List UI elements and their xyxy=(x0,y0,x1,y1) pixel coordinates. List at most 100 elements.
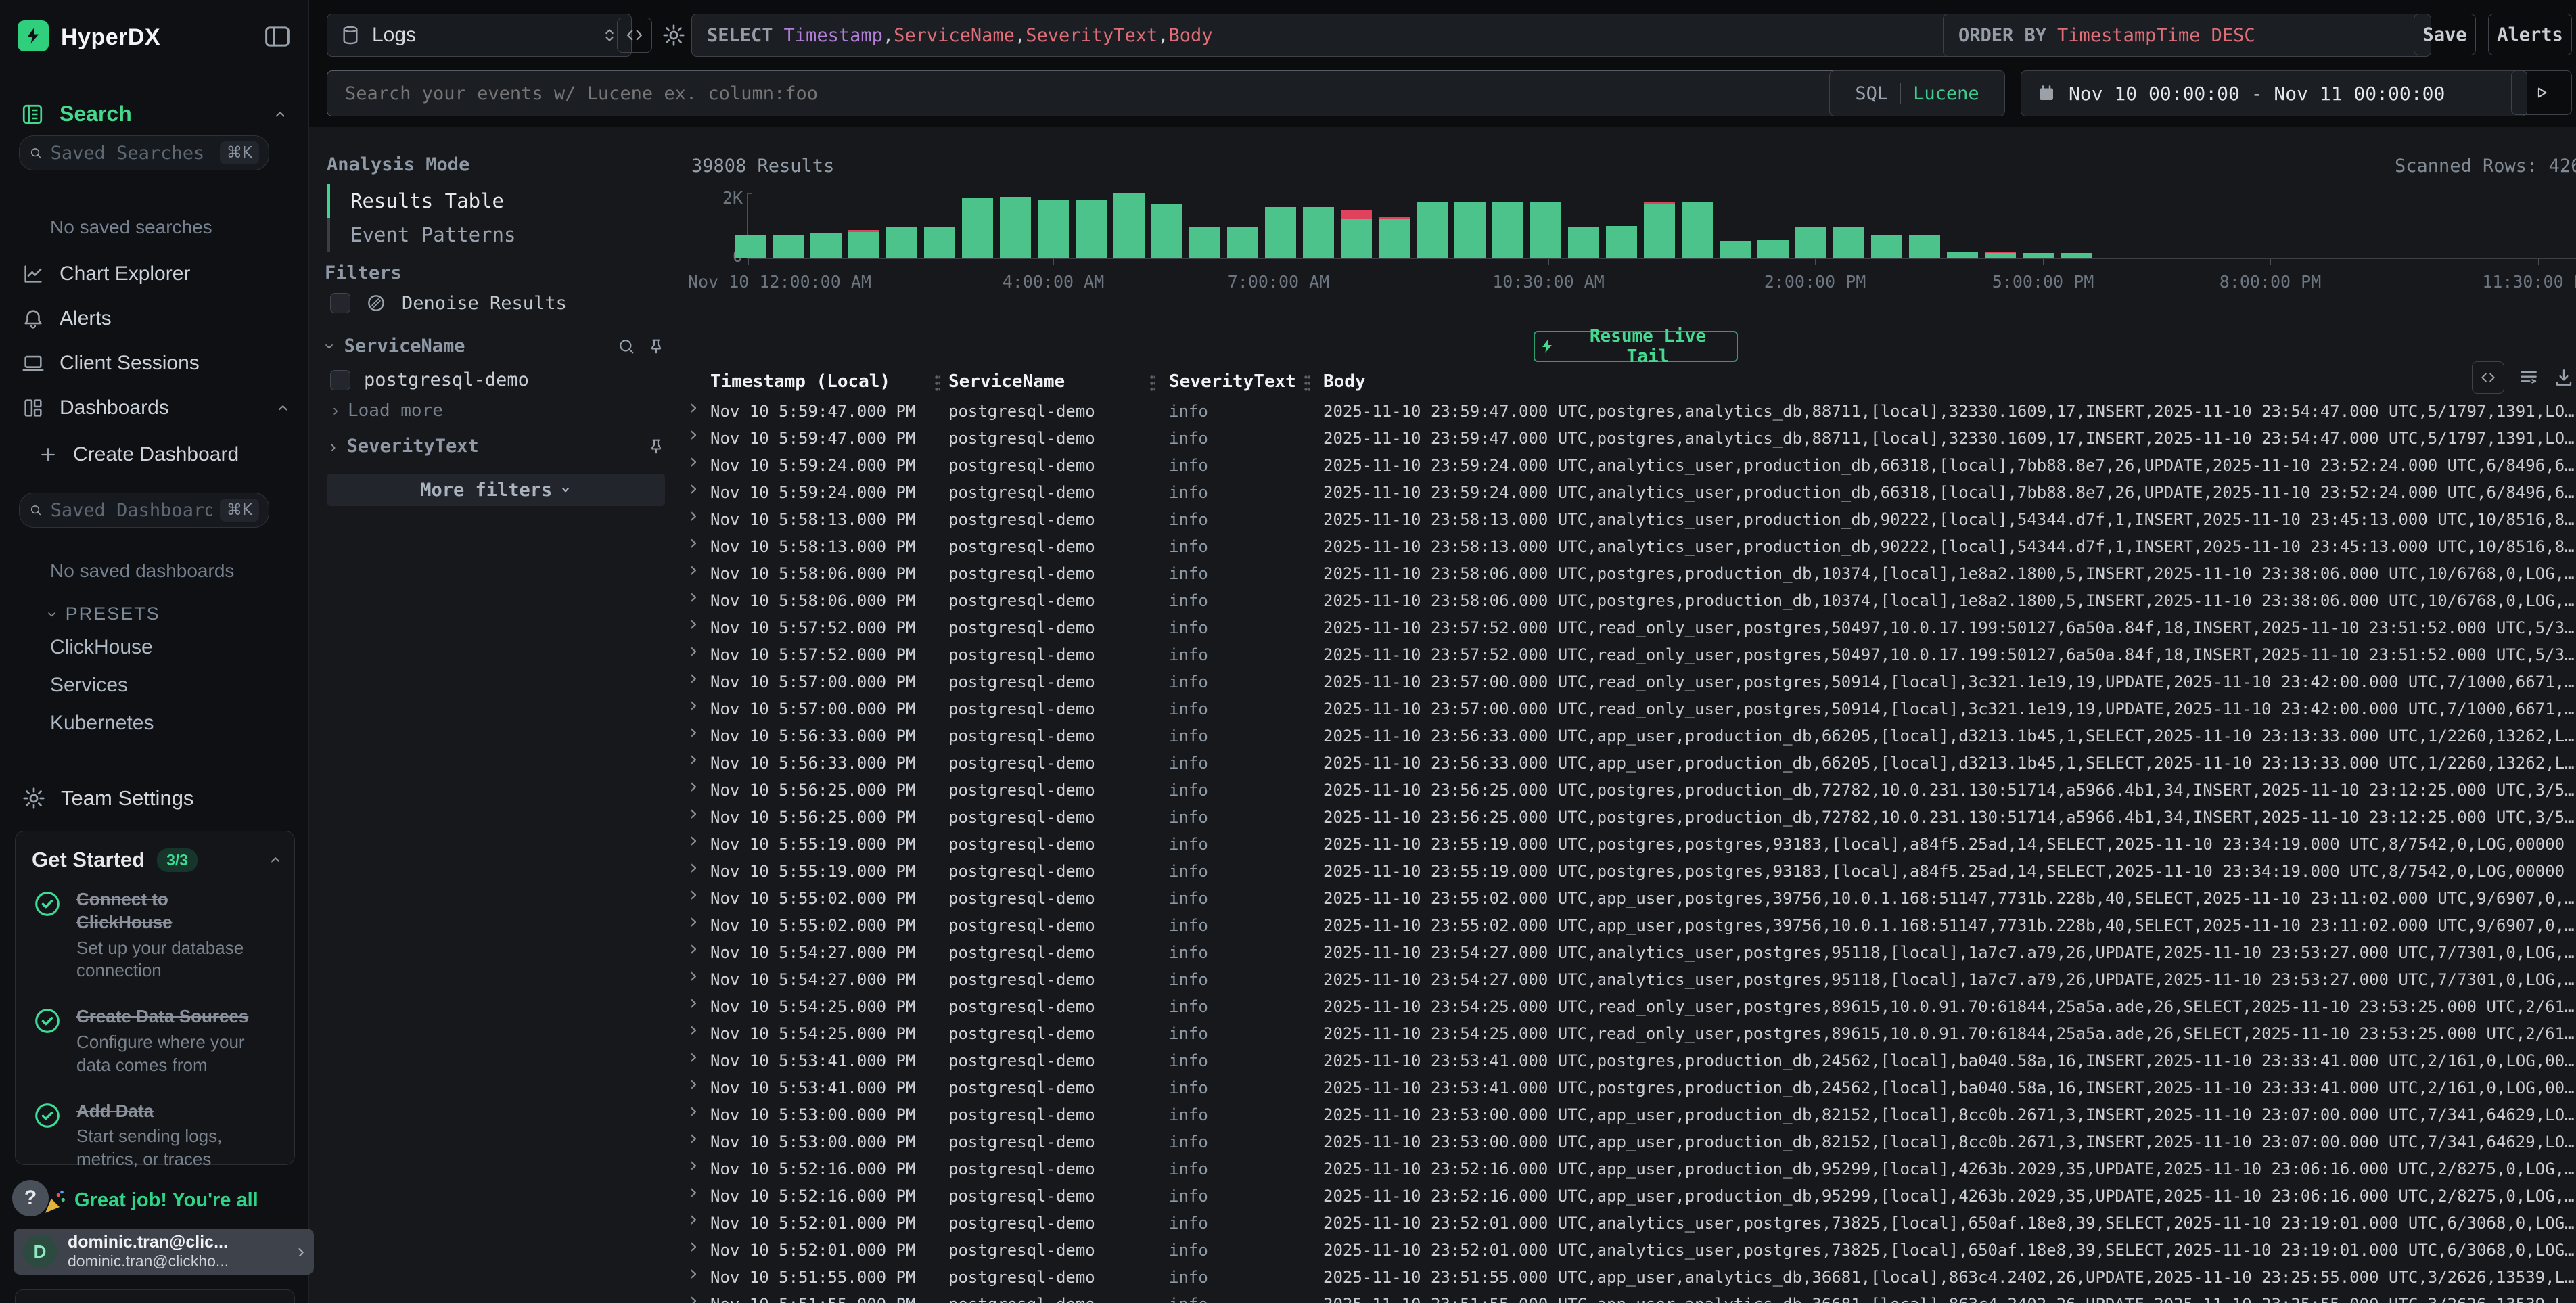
histogram-bar[interactable] xyxy=(1417,202,1448,258)
filter-group-severitytext[interactable]: SeverityText xyxy=(330,436,666,457)
table-row[interactable]: Nov 10 5:58:13.000 PMpostgresql-demoinfo… xyxy=(683,506,2576,533)
histogram-bar[interactable] xyxy=(886,227,917,258)
table-row[interactable]: Nov 10 5:59:24.000 PMpostgresql-demoinfo… xyxy=(683,479,2576,506)
expand-row-icon[interactable] xyxy=(687,1020,699,1041)
histogram-bar[interactable] xyxy=(1454,202,1486,258)
pin-icon[interactable] xyxy=(647,437,666,456)
expand-row-icon[interactable] xyxy=(687,425,699,445)
expand-row-icon[interactable] xyxy=(687,452,699,472)
expand-row-icon[interactable] xyxy=(687,1101,699,1122)
expand-row-icon[interactable] xyxy=(687,668,699,689)
histogram-bar[interactable] xyxy=(1568,227,1599,258)
table-row[interactable]: Nov 10 5:54:25.000 PMpostgresql-demoinfo… xyxy=(683,993,2576,1020)
expand-row-icon[interactable] xyxy=(687,398,699,418)
analysis-mode-results-table[interactable]: Results Table xyxy=(327,184,651,218)
expand-row-icon[interactable] xyxy=(687,1291,699,1303)
saved-dashboards-input[interactable] xyxy=(49,499,213,522)
pin-icon[interactable] xyxy=(647,337,666,356)
histogram-bar[interactable] xyxy=(1530,202,1561,258)
preset-item-kubernetes[interactable]: Kubernetes xyxy=(50,712,154,735)
saved-searches-search[interactable]: ⌘K xyxy=(19,135,269,170)
preset-item-clickhouse[interactable]: ClickHouse xyxy=(50,636,154,659)
table-row[interactable]: Nov 10 5:55:02.000 PMpostgresql-demoinfo… xyxy=(683,885,2576,912)
preset-item-services[interactable]: Services xyxy=(50,674,154,697)
table-row[interactable]: Nov 10 5:57:52.000 PMpostgresql-demoinfo… xyxy=(683,641,2576,668)
event-search-box[interactable] xyxy=(327,70,1852,116)
histogram-bar[interactable] xyxy=(924,227,955,258)
expand-row-icon[interactable] xyxy=(687,1264,699,1284)
table-row[interactable]: Nov 10 5:54:27.000 PMpostgresql-demoinfo… xyxy=(683,966,2576,993)
table-row[interactable]: Nov 10 5:58:06.000 PMpostgresql-demoinfo… xyxy=(683,587,2576,614)
histogram-bar[interactable] xyxy=(1341,210,1372,258)
language-toggle[interactable]: SQL Lucene xyxy=(1829,70,2005,116)
histogram-bar[interactable] xyxy=(1720,241,1751,258)
table-row[interactable]: Nov 10 5:51:55.000 PMpostgresql-demoinfo… xyxy=(683,1264,2576,1291)
table-row[interactable]: Nov 10 5:56:33.000 PMpostgresql-demoinfo… xyxy=(683,750,2576,777)
table-row[interactable]: Nov 10 5:52:01.000 PMpostgresql-demoinfo… xyxy=(683,1237,2576,1264)
table-row[interactable]: Nov 10 5:53:41.000 PMpostgresql-demoinfo… xyxy=(683,1074,2576,1101)
events-histogram[interactable]: 2K 0 Nov 10 12:00:00 AM4:00:00 AM7:00:00… xyxy=(683,189,2576,298)
histogram-bar[interactable] xyxy=(1379,217,1410,258)
filter-option-postgresql-demo[interactable]: postgresql-demo xyxy=(330,369,529,390)
histogram-bar[interactable] xyxy=(1871,235,1902,258)
query-settings-button[interactable] xyxy=(662,23,686,47)
sidebar-item-search[interactable]: Search xyxy=(20,101,291,127)
table-row[interactable]: Nov 10 5:52:16.000 PMpostgresql-demoinfo… xyxy=(683,1183,2576,1210)
column-header-severitytext[interactable]: SeverityText xyxy=(1169,371,1296,392)
lang-lucene[interactable]: Lucene xyxy=(1913,83,1979,104)
histogram-bar[interactable] xyxy=(1682,202,1713,258)
histogram-bar[interactable] xyxy=(1947,252,1978,258)
histogram-bar[interactable] xyxy=(1076,200,1107,258)
source-select[interactable]: Logs xyxy=(327,14,632,57)
expand-row-icon[interactable] xyxy=(687,993,699,1013)
table-row[interactable]: Nov 10 5:57:00.000 PMpostgresql-demoinfo… xyxy=(683,668,2576,695)
histogram-bar[interactable] xyxy=(1606,226,1637,258)
column-resize-handle[interactable] xyxy=(935,374,940,392)
table-row[interactable]: Nov 10 5:56:25.000 PMpostgresql-demoinfo… xyxy=(683,804,2576,831)
histogram-bar[interactable] xyxy=(1189,227,1220,258)
expand-row-icon[interactable] xyxy=(687,1183,699,1203)
table-row[interactable]: Nov 10 5:59:47.000 PMpostgresql-demoinfo… xyxy=(683,425,2576,452)
sidebar-item-alerts[interactable]: Alerts xyxy=(0,296,308,341)
denoise-filter[interactable]: Denoise Results xyxy=(330,292,567,314)
lang-sql[interactable]: SQL xyxy=(1855,83,1888,104)
expand-row-icon[interactable] xyxy=(687,858,699,878)
resume-live-tail-button[interactable]: Resume Live Tail xyxy=(1534,331,1738,362)
expand-row-icon[interactable] xyxy=(687,939,699,959)
filter-group-servicename[interactable]: ServiceName xyxy=(327,336,666,357)
select-clause-input[interactable]: SELECT Timestamp,ServiceName,SeverityTex… xyxy=(691,14,1960,57)
histogram-bar[interactable] xyxy=(848,230,879,258)
histogram-bar[interactable] xyxy=(1644,202,1675,258)
table-row[interactable]: Nov 10 5:52:01.000 PMpostgresql-demoinfo… xyxy=(683,1210,2576,1237)
histogram-bar[interactable] xyxy=(1492,202,1523,258)
table-row[interactable]: Nov 10 5:59:24.000 PMpostgresql-demoinfo… xyxy=(683,452,2576,479)
table-row[interactable]: Nov 10 5:54:25.000 PMpostgresql-demoinfo… xyxy=(683,1020,2576,1047)
histogram-bar[interactable] xyxy=(1833,227,1864,258)
expand-row-icon[interactable] xyxy=(687,1047,699,1068)
expand-row-icon[interactable] xyxy=(687,479,699,499)
expand-row-icon[interactable] xyxy=(687,777,699,797)
get-started-task[interactable]: Add DataStart sending logs, metrics, or … xyxy=(32,1100,281,1171)
histogram-bar[interactable] xyxy=(1909,235,1940,258)
histogram-bar[interactable] xyxy=(2061,253,2092,258)
get-started-task[interactable]: Connect to ClickHouseSet up your databas… xyxy=(32,888,281,982)
search-icon[interactable] xyxy=(617,337,636,356)
table-row[interactable]: Nov 10 5:54:27.000 PMpostgresql-demoinfo… xyxy=(683,939,2576,966)
create-dashboard-button[interactable]: Create Dashboard xyxy=(38,443,239,466)
expand-row-icon[interactable] xyxy=(687,831,699,851)
expand-row-icon[interactable] xyxy=(687,804,699,824)
table-row[interactable]: Nov 10 5:53:00.000 PMpostgresql-demoinfo… xyxy=(683,1101,2576,1128)
table-row[interactable]: Nov 10 5:58:06.000 PMpostgresql-demoinfo… xyxy=(683,560,2576,587)
load-more-button[interactable]: Load more xyxy=(333,401,443,421)
date-range-picker[interactable]: Nov 10 00:00:00 - Nov 11 00:00:00 xyxy=(2021,70,2527,116)
table-row[interactable]: Nov 10 5:51:55.000 PMpostgresql-demoinfo… xyxy=(683,1291,2576,1303)
expand-row-icon[interactable] xyxy=(687,641,699,662)
denoise-checkbox[interactable] xyxy=(330,293,350,313)
expand-row-icon[interactable] xyxy=(687,506,699,526)
user-menu[interactable]: D dominic.tran@clic... dominic.tran@clic… xyxy=(14,1229,314,1275)
run-query-button[interactable] xyxy=(2511,70,2572,115)
histogram-bar[interactable] xyxy=(1265,207,1296,258)
expand-row-icon[interactable] xyxy=(687,695,699,716)
table-row[interactable]: Nov 10 5:55:19.000 PMpostgresql-demoinfo… xyxy=(683,831,2576,858)
expand-row-icon[interactable] xyxy=(687,723,699,743)
